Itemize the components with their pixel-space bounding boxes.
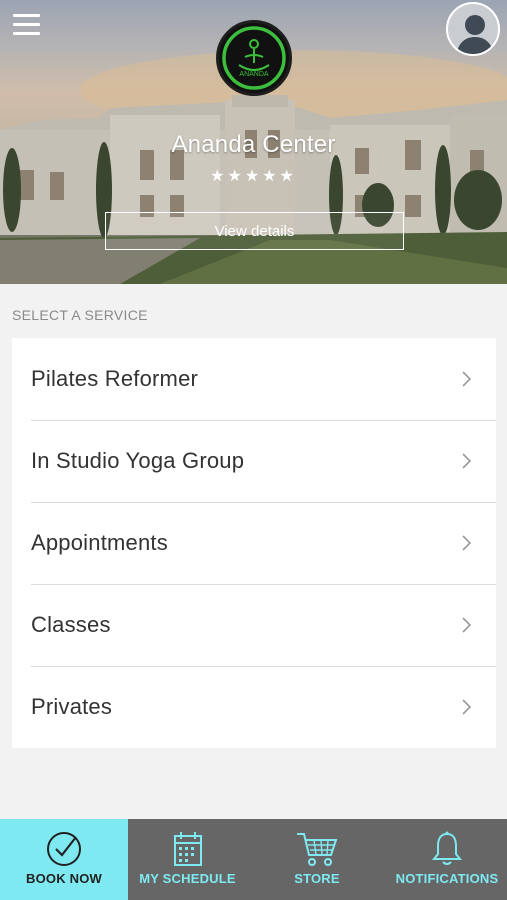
calendar-icon	[173, 832, 202, 866]
service-item-appointments[interactable]: Appointments	[12, 502, 496, 584]
section-label: SELECT A SERVICE	[12, 307, 148, 323]
tab-label: STORE	[294, 871, 340, 886]
chevron-right-icon	[462, 535, 472, 551]
tab-label: BOOK NOW	[26, 871, 102, 886]
tab-label: MY SCHEDULE	[139, 871, 236, 886]
service-label: Classes	[31, 612, 111, 637]
check-circle-icon	[47, 832, 81, 866]
rating-stars: ★★★★★	[210, 168, 297, 185]
service-item-classes[interactable]: Classes	[12, 584, 496, 666]
bottom-tab-bar: BOOK NOW MY SCHEDULE STORE NOTIFICATIONS	[0, 819, 507, 900]
view-details-button[interactable]: View details	[105, 212, 404, 250]
user-avatar[interactable]	[446, 2, 500, 56]
chevron-right-icon	[462, 699, 472, 715]
service-list: Pilates Reformer In Studio Yoga Group Ap…	[12, 338, 496, 748]
tab-notifications[interactable]: NOTIFICATIONS	[387, 819, 507, 900]
studio-logo: ANANDA	[216, 20, 292, 96]
chevron-right-icon	[462, 371, 472, 387]
tab-store[interactable]: STORE	[247, 819, 387, 900]
hero-banner: ANANDA Ananda Center ★★★★★ View details	[0, 0, 507, 284]
service-label: Privates	[31, 694, 113, 719]
service-item-pilates-reformer[interactable]: Pilates Reformer	[12, 338, 496, 420]
chevron-right-icon	[462, 453, 472, 469]
cart-icon	[297, 833, 338, 866]
tab-book-now[interactable]: BOOK NOW	[0, 819, 128, 900]
chevron-right-icon	[462, 617, 472, 633]
service-item-privates[interactable]: Privates	[12, 666, 496, 748]
hamburger-menu-icon[interactable]	[13, 12, 40, 38]
service-label: In Studio Yoga Group	[31, 448, 245, 473]
service-label: Pilates Reformer	[31, 366, 199, 391]
tab-my-schedule[interactable]: MY SCHEDULE	[128, 819, 247, 900]
service-label: Appointments	[31, 530, 168, 555]
center-name: Ananda Center	[171, 131, 336, 158]
logo-text: ANANDA	[239, 71, 269, 78]
service-item-in-studio-yoga-group[interactable]: In Studio Yoga Group	[12, 420, 496, 502]
tab-label: NOTIFICATIONS	[395, 871, 499, 886]
bell-icon	[431, 831, 463, 865]
meditation-icon: ANANDA	[222, 26, 286, 90]
